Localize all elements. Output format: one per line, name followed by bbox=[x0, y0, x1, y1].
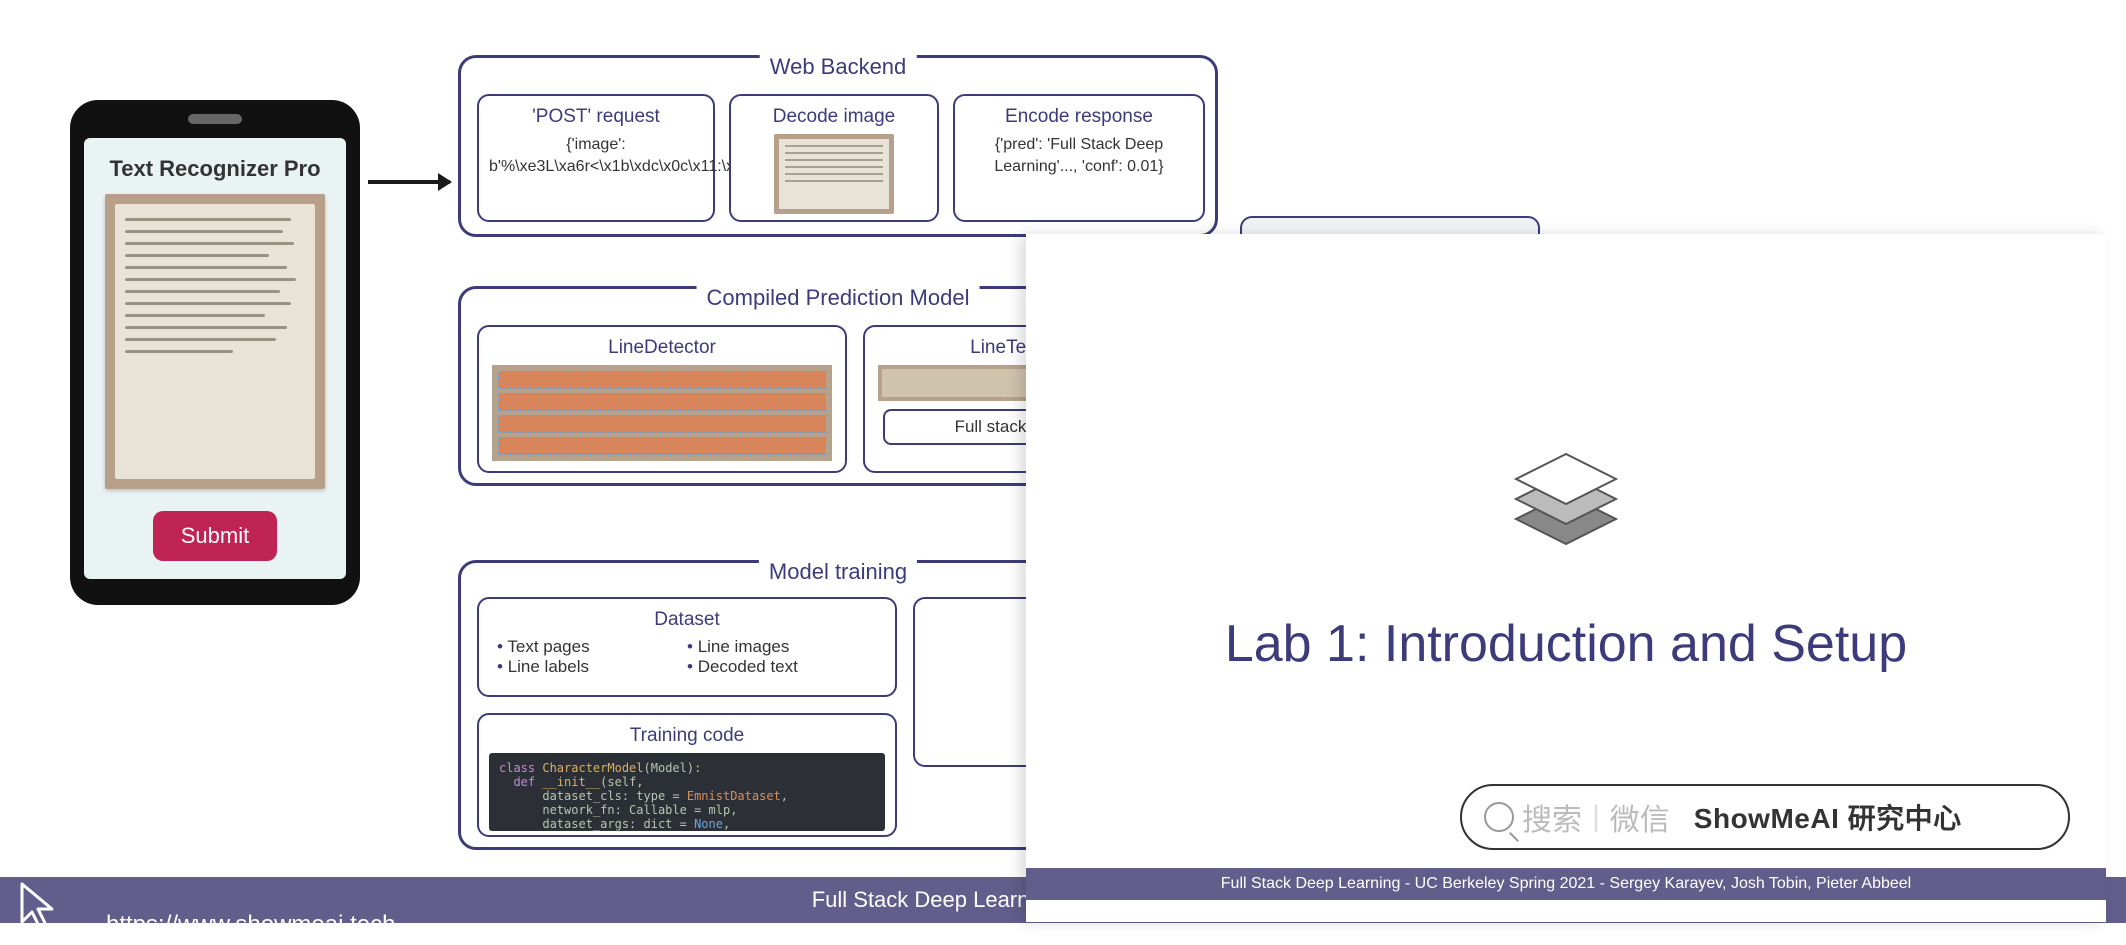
post-request-title: 'POST' request bbox=[489, 106, 703, 128]
lab-title: Lab 1: Introduction and Setup bbox=[1026, 614, 2106, 674]
search-icon bbox=[1484, 802, 1514, 832]
lab-footer-text: Full Stack Deep Learning - UC Berkeley S… bbox=[1221, 875, 1911, 893]
lab-footer: Full Stack Deep Learning - UC Berkeley S… bbox=[1026, 868, 2106, 900]
prediction-model-title: Compiled Prediction Model bbox=[697, 285, 980, 311]
dataset-item: Line images bbox=[687, 637, 877, 657]
search-brand: ShowMeAI 研究中心 bbox=[1694, 797, 1962, 837]
dataset-node: Dataset Text pages Line images Line labe… bbox=[477, 597, 897, 697]
post-request-node: 'POST' request {'image': b'%\xe3L\xa6r<\… bbox=[477, 94, 715, 222]
submit-button[interactable]: Submit bbox=[153, 511, 277, 561]
search-pill[interactable]: 搜索 | 微信 ShowMeAI 研究中心 bbox=[1460, 784, 2070, 850]
dataset-item: Line labels bbox=[497, 657, 687, 677]
web-backend-title: Web Backend bbox=[760, 54, 917, 80]
line-detector-title: LineDetector bbox=[489, 337, 835, 359]
handwriting-photo bbox=[105, 194, 325, 489]
encode-response-title: Encode response bbox=[965, 106, 1193, 128]
phone-screen: Text Recognizer Pro Submit bbox=[84, 138, 346, 579]
arrow-phone-to-backend bbox=[368, 180, 450, 184]
cursor-icon bbox=[16, 878, 60, 945]
separator: | bbox=[1592, 800, 1600, 834]
dataset-item: Decoded text bbox=[687, 657, 877, 677]
line-detector-node: LineDetector bbox=[477, 325, 847, 473]
search-hint-2: 微信 bbox=[1610, 795, 1670, 839]
phone-speaker bbox=[188, 114, 242, 124]
code-snippet: class CharacterModel(Model): def __init_… bbox=[489, 753, 885, 831]
training-code-node: Training code class CharacterModel(Model… bbox=[477, 713, 897, 837]
app-title: Text Recognizer Pro bbox=[109, 156, 320, 182]
dataset-list: Text pages Line images Line labels Decod… bbox=[489, 637, 885, 677]
decode-image-title: Decode image bbox=[741, 106, 927, 128]
dataset-title: Dataset bbox=[489, 609, 885, 631]
lab-slide: Lab 1: Introduction and Setup 搜索 | 微信 Sh… bbox=[1026, 234, 2106, 922]
line-detector-preview bbox=[492, 365, 832, 461]
stack-logo-icon bbox=[1491, 414, 1641, 569]
decoded-thumbnail bbox=[774, 134, 894, 214]
post-request-body: {'image': b'%\xe3L\xa6r<\x1b\xdc\x0c\x11… bbox=[489, 134, 703, 177]
source-url: https://www.showmeai.tech bbox=[106, 911, 395, 939]
phone-mockup: Text Recognizer Pro Submit bbox=[70, 100, 360, 605]
decode-image-node: Decode image bbox=[729, 94, 939, 222]
training-title: Model training bbox=[759, 559, 917, 585]
encode-response-node: Encode response {'pred': 'Full Stack Dee… bbox=[953, 94, 1205, 222]
web-backend-group: Web Backend 'POST' request {'image': b'%… bbox=[458, 55, 1218, 237]
encode-response-body: {'pred': 'Full Stack Deep Learning'..., … bbox=[965, 134, 1193, 177]
search-hint-1: 搜索 bbox=[1522, 795, 1582, 839]
training-code-title: Training code bbox=[489, 725, 885, 747]
diagram-slide: Text Recognizer Pro Submit Web Backend '… bbox=[20, 20, 1120, 890]
dataset-item: Text pages bbox=[497, 637, 687, 657]
